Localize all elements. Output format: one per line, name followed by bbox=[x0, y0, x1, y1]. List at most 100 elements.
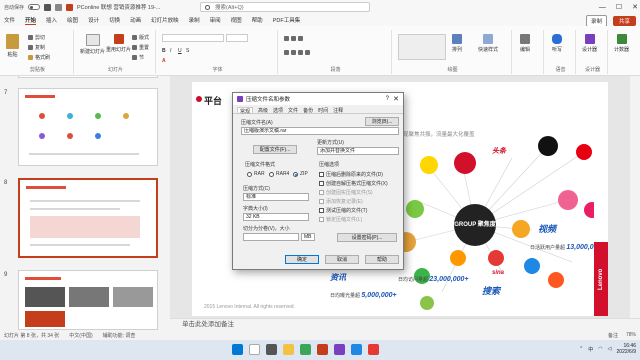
dialog-tab-general[interactable]: 常规 bbox=[237, 107, 254, 115]
tab-file[interactable]: 文件 bbox=[4, 16, 15, 24]
designer-button[interactable]: 设计器 bbox=[582, 34, 597, 53]
method-select[interactable]: 标准 bbox=[243, 193, 309, 201]
share-button[interactable]: 共享 bbox=[612, 16, 636, 26]
section-button[interactable]: 节 bbox=[132, 54, 144, 61]
option-delete-after[interactable]: 压缩后删除原来的文件(D) bbox=[319, 171, 383, 178]
powerpoint-taskbar-icon[interactable] bbox=[317, 344, 328, 355]
dictate-button[interactable]: 听写 bbox=[552, 34, 562, 53]
update-mode-select[interactable]: 添加并替换文件 bbox=[317, 147, 399, 155]
cut-button[interactable]: 剪切 bbox=[28, 34, 45, 41]
strikethrough-button[interactable]: S bbox=[186, 48, 189, 54]
new-slide-button[interactable]: 新建幻灯片 bbox=[80, 34, 105, 55]
layout-button[interactable]: 版式 bbox=[132, 34, 149, 41]
task-view-icon[interactable] bbox=[266, 344, 277, 355]
archive-name-input[interactable]: 压缩版演示文稿.rar bbox=[241, 127, 399, 135]
dialog-tab-backup[interactable]: 备份 bbox=[303, 107, 313, 114]
dialog-tab-options[interactable]: 选项 bbox=[273, 107, 283, 114]
autosave-toggle[interactable] bbox=[28, 4, 41, 10]
option-sfx[interactable]: 创建自解压格式压缩文件(X) bbox=[319, 180, 388, 187]
format-rar-radio[interactable]: RAR bbox=[247, 171, 265, 177]
clock[interactable]: 16:46 2022/6/9 bbox=[617, 343, 636, 355]
accessibility-status[interactable]: 辅助功能: 调查 bbox=[103, 332, 136, 339]
reset-button[interactable]: 重置 bbox=[132, 44, 149, 51]
zoom-level[interactable]: 78% bbox=[626, 332, 636, 339]
paste-button[interactable]: 粘贴 bbox=[6, 34, 19, 58]
undo-icon[interactable] bbox=[55, 3, 63, 11]
align-buttons[interactable] bbox=[284, 50, 310, 55]
notes-toggle-button[interactable]: 备注 bbox=[608, 332, 618, 339]
profiles-button[interactable]: 配置文件(F)... bbox=[253, 145, 297, 154]
format-painter-button[interactable]: 格式刷 bbox=[28, 54, 50, 61]
close-button[interactable]: ✕ bbox=[632, 3, 638, 11]
browse-button[interactable]: 浏览(B)... bbox=[365, 117, 399, 126]
slide-thumbnail-6[interactable] bbox=[18, 76, 158, 78]
tab-draw[interactable]: 绘图 bbox=[67, 16, 78, 24]
quick-styles-button[interactable]: 快速样式 bbox=[478, 34, 498, 53]
help-button[interactable]: 帮助 bbox=[365, 255, 399, 264]
tab-review[interactable]: 审阅 bbox=[210, 16, 221, 24]
wifi-icon[interactable]: ◠ bbox=[598, 346, 602, 352]
dialog-tab-time[interactable]: 时间 bbox=[318, 107, 328, 114]
split-size-input[interactable] bbox=[243, 233, 299, 241]
chevron-up-icon[interactable]: ⌃ bbox=[579, 346, 583, 352]
slide-thumbnail-7[interactable] bbox=[18, 88, 158, 166]
winrar-taskbar-icon[interactable] bbox=[334, 344, 345, 355]
font-name-dropdown[interactable] bbox=[162, 34, 224, 42]
cancel-button[interactable]: 取消 bbox=[325, 255, 359, 264]
reuse-slide-button[interactable]: 重用幻灯片 bbox=[106, 34, 131, 53]
dialog-help-icon[interactable]: ? bbox=[386, 96, 389, 102]
editing-button[interactable]: 编辑 bbox=[520, 34, 530, 53]
tab-transitions[interactable]: 切换 bbox=[109, 16, 120, 24]
file-explorer-icon[interactable] bbox=[283, 344, 294, 355]
underline-button[interactable]: U bbox=[178, 48, 182, 54]
tab-animations[interactable]: 动画 bbox=[130, 16, 141, 24]
search-taskbar-icon[interactable] bbox=[249, 344, 260, 355]
font-size-dropdown[interactable] bbox=[226, 34, 248, 42]
start-icon[interactable] bbox=[232, 344, 243, 355]
option-test[interactable]: 测试压缩的文件(T) bbox=[319, 207, 367, 214]
volume-icon[interactable]: ◁ bbox=[608, 346, 612, 352]
tab-insert[interactable]: 插入 bbox=[46, 16, 57, 24]
search-input[interactable]: 搜索(Alt+Q) bbox=[200, 2, 370, 12]
slide-thumbnail-9[interactable] bbox=[18, 270, 158, 330]
counter-button[interactable]: 计数器 bbox=[614, 34, 629, 53]
dialog-tab-advanced[interactable]: 高级 bbox=[258, 107, 268, 114]
shapes-gallery[interactable] bbox=[398, 34, 446, 60]
arrange-button[interactable]: 排列 bbox=[452, 34, 462, 53]
browser-icon[interactable] bbox=[300, 344, 311, 355]
maximize-button[interactable]: ☐ bbox=[616, 3, 622, 11]
tab-pdf-tools[interactable]: PDF工具集 bbox=[273, 16, 301, 24]
minimize-button[interactable]: — bbox=[599, 4, 606, 11]
app-icon[interactable] bbox=[368, 344, 379, 355]
option-lock[interactable]: 锁定压缩文件(L) bbox=[319, 216, 362, 223]
option-solid[interactable]: 创建固实压缩文件(S) bbox=[319, 189, 373, 196]
ok-button[interactable]: 确定 bbox=[285, 255, 319, 264]
format-zip-radio[interactable]: ZIP bbox=[293, 171, 308, 177]
set-password-button[interactable]: 设置密码(P)... bbox=[337, 233, 397, 242]
tab-home[interactable]: 开始 bbox=[25, 16, 37, 25]
tab-design[interactable]: 设计 bbox=[88, 16, 99, 24]
save-icon[interactable] bbox=[44, 3, 52, 11]
dictionary-select[interactable]: 32 KB bbox=[243, 213, 309, 221]
split-unit-select[interactable]: MB bbox=[301, 233, 315, 241]
tab-record[interactable]: 录制 bbox=[189, 16, 200, 24]
slide-thumbnail-8[interactable] bbox=[18, 178, 158, 258]
dialog-close-button[interactable]: ✕ bbox=[393, 95, 399, 103]
copy-button[interactable]: 复制 bbox=[28, 44, 45, 51]
option-recovery[interactable]: 添加恢复记录(E) bbox=[319, 198, 363, 205]
dialog-tab-comment[interactable]: 注释 bbox=[333, 107, 343, 114]
italic-button[interactable]: I bbox=[170, 48, 171, 54]
language-indicator[interactable]: 中文(中国) bbox=[69, 332, 92, 339]
bullets-button[interactable] bbox=[284, 36, 303, 41]
tab-help[interactable]: 帮助 bbox=[252, 16, 263, 24]
input-language[interactable]: 中 bbox=[588, 346, 593, 353]
app-icon[interactable] bbox=[351, 344, 362, 355]
new-slide-label: 新建幻灯片 bbox=[80, 49, 106, 55]
font-color-button[interactable]: A bbox=[162, 58, 166, 64]
notes-pane[interactable]: 单击此处添加备注 bbox=[170, 318, 640, 331]
dialog-tab-files[interactable]: 文件 bbox=[288, 107, 298, 114]
bold-button[interactable]: B bbox=[162, 48, 166, 54]
tab-view[interactable]: 视图 bbox=[231, 16, 242, 24]
tab-slideshow[interactable]: 幻灯片放映 bbox=[151, 16, 179, 24]
format-rar4-radio[interactable]: RAR4 bbox=[269, 171, 289, 177]
